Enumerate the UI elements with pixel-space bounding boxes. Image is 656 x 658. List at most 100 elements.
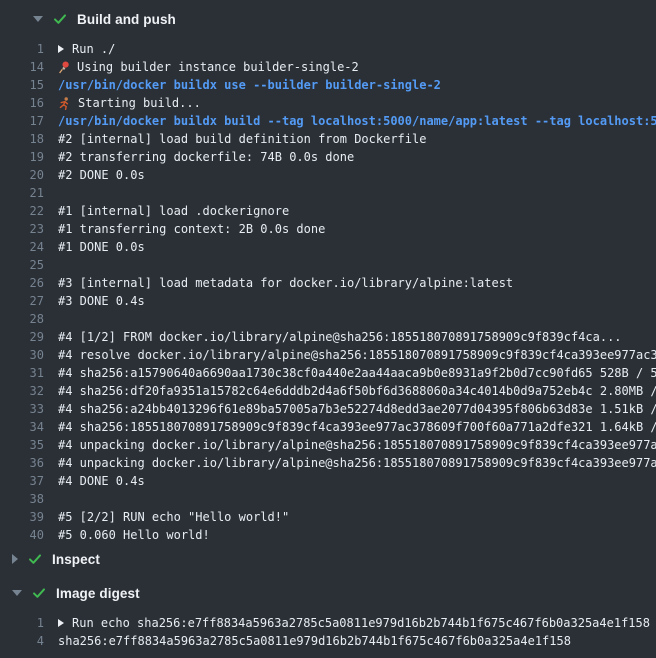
chevron-down-icon bbox=[33, 16, 43, 22]
section-header-build-and-push[interactable]: Build and push bbox=[0, 4, 656, 34]
line-number[interactable]: 26 bbox=[0, 274, 44, 292]
log-group-toggle[interactable]: Run echo sha256:e7ff8834a5963a2785c5a081… bbox=[58, 614, 650, 632]
log-line: 18 #2 [internal] load build definition fr… bbox=[0, 130, 656, 148]
log-line: 28 bbox=[0, 310, 656, 328]
log-text: #4 [1/2] FROM docker.io/library/alpine@s… bbox=[58, 328, 622, 346]
line-number[interactable]: 30 bbox=[0, 346, 44, 364]
line-number[interactable]: 19 bbox=[0, 148, 44, 166]
line-number[interactable]: 18 bbox=[0, 130, 44, 148]
log-line: 35#4 unpacking docker.io/library/alpine@… bbox=[0, 436, 656, 454]
log-text-content: #4 sha256:a24bb4013296f61e89ba57005a7b3e… bbox=[58, 400, 656, 418]
log-text-content: #1 transferring context: 2B 0.0s done bbox=[58, 220, 325, 238]
line-number[interactable]: 34 bbox=[0, 418, 44, 436]
log-text: #3 DONE 0.4s bbox=[58, 292, 145, 310]
expand-triangle-icon bbox=[58, 619, 64, 627]
line-number[interactable]: 1 bbox=[0, 40, 44, 58]
chevron-down-icon bbox=[12, 590, 22, 596]
log-text-content: #5 [2/2] RUN echo "Hello world!" bbox=[58, 508, 289, 526]
line-number[interactable]: 4 bbox=[0, 632, 44, 650]
log-line: 21 bbox=[0, 184, 656, 202]
line-number[interactable]: 23 bbox=[0, 220, 44, 238]
log-text: #1 DONE 0.0s bbox=[58, 238, 145, 256]
log-line: 24 #1 DONE 0.0s bbox=[0, 238, 656, 256]
line-number[interactable]: 33 bbox=[0, 400, 44, 418]
log-text-content: sha256:e7ff8834a5963a2785c5a0811e979d16b… bbox=[58, 632, 571, 650]
line-number[interactable]: 29 bbox=[0, 328, 44, 346]
section-header-image-digest[interactable]: Image digest bbox=[0, 578, 656, 608]
log-text: #2 transferring dockerfile: 74B 0.0s don… bbox=[58, 148, 354, 166]
line-number[interactable]: 21 bbox=[0, 184, 44, 202]
log-line: 31 #4 sha256:a15790640a6690aa1730c38cf0a4… bbox=[0, 364, 656, 382]
line-number[interactable]: 32 bbox=[0, 382, 44, 400]
log-line: 33 #4 sha256:a24bb4013296f61e89ba57005a7b… bbox=[0, 400, 656, 418]
log-text: #3 [internal] load metadata for docker.i… bbox=[58, 274, 513, 292]
line-number[interactable]: 31 bbox=[0, 364, 44, 382]
pushpin-icon bbox=[58, 61, 70, 74]
line-number[interactable]: 37 bbox=[0, 472, 44, 490]
section-header-inspect[interactable]: Inspect bbox=[0, 544, 656, 574]
log-line: 19 #2 transferring dockerfile: 74B 0.0s d… bbox=[0, 148, 656, 166]
success-check-icon bbox=[28, 552, 42, 566]
log-text: #5 [2/2] RUN echo "Hello world!" bbox=[58, 508, 289, 526]
line-number[interactable]: 39 bbox=[0, 508, 44, 526]
log-line: 25 bbox=[0, 256, 656, 274]
log-line: 40 #5 0.060 Hello world! bbox=[0, 526, 656, 544]
log-line: 1 Run echo sha256:e7ff8834a5963a2785c5a08… bbox=[0, 614, 656, 632]
log-text: #1 transferring context: 2B 0.0s done bbox=[58, 220, 325, 238]
log-text-content: #1 [internal] load .dockerignore bbox=[58, 202, 289, 220]
log-text-content: #3 DONE 0.4s bbox=[58, 292, 145, 310]
section-title: Build and push bbox=[77, 12, 176, 27]
log-group-toggle[interactable]: Run ./ bbox=[58, 40, 115, 58]
actions-log-viewer: Build and push1Run ./14Using builder ins… bbox=[0, 4, 656, 650]
line-number[interactable]: 20 bbox=[0, 166, 44, 184]
line-number[interactable]: 1 bbox=[0, 614, 44, 632]
line-number[interactable]: 25 bbox=[0, 256, 44, 274]
line-number[interactable]: 38 bbox=[0, 490, 44, 508]
line-number[interactable]: 15 bbox=[0, 76, 44, 94]
log-text: #4 unpacking docker.io/library/alpine@sh… bbox=[58, 454, 656, 472]
line-number[interactable]: 24 bbox=[0, 238, 44, 256]
log-line: 26 #3 [internal] load metadata for docker… bbox=[0, 274, 656, 292]
log-line: 22 #1 [internal] load .dockerignore bbox=[0, 202, 656, 220]
log-line: 37 #4 DONE 0.4s bbox=[0, 472, 656, 490]
section-title: Image digest bbox=[56, 586, 140, 601]
log-text-content: #5 0.060 Hello world! bbox=[58, 526, 210, 544]
log-line: 29 #4 [1/2] FROM docker.io/library/alpine… bbox=[0, 328, 656, 346]
runner-icon bbox=[58, 97, 71, 110]
log-text-content: Run ./ bbox=[72, 40, 115, 58]
log-text: Starting build... bbox=[58, 94, 201, 112]
log-text-content: #4 [1/2] FROM docker.io/library/alpine@s… bbox=[58, 328, 622, 346]
log-text: #2 DONE 0.0s bbox=[58, 166, 145, 184]
log-line: 38 bbox=[0, 490, 656, 508]
log-line: 23 #1 transferring context: 2B 0.0s done bbox=[0, 220, 656, 238]
line-number[interactable]: 14 bbox=[0, 58, 44, 76]
line-number[interactable]: 28 bbox=[0, 310, 44, 328]
log-text-content: Using builder instance builder-single-2 bbox=[77, 58, 359, 76]
log-text-content: #3 [internal] load metadata for docker.i… bbox=[58, 274, 513, 292]
log-line: 27 #3 DONE 0.4s bbox=[0, 292, 656, 310]
log-text: #4 sha256:a15790640a6690aa1730c38cf0a440… bbox=[58, 364, 656, 382]
line-number[interactable]: 16 bbox=[0, 94, 44, 112]
log-text: #2 [internal] load build definition from… bbox=[58, 130, 426, 148]
log-text: #4 sha256:185518070891758909c9f839cf4ca3… bbox=[58, 418, 656, 436]
line-number[interactable]: 27 bbox=[0, 292, 44, 310]
log-text: Using builder instance builder-single-2 bbox=[58, 58, 359, 76]
success-check-icon bbox=[53, 12, 67, 26]
line-number[interactable]: 40 bbox=[0, 526, 44, 544]
success-check-icon bbox=[32, 586, 46, 600]
line-number[interactable]: 22 bbox=[0, 202, 44, 220]
section-title: Inspect bbox=[52, 552, 100, 567]
log-text-content: #4 sha256:a15790640a6690aa1730c38cf0a440… bbox=[58, 364, 656, 382]
line-number[interactable]: 36 bbox=[0, 454, 44, 472]
log-text: #5 0.060 Hello world! bbox=[58, 526, 210, 544]
log-text-content: #2 transferring dockerfile: 74B 0.0s don… bbox=[58, 148, 354, 166]
log-line: 16 Starting build... bbox=[0, 94, 656, 112]
line-number[interactable]: 17 bbox=[0, 112, 44, 130]
log-line: 36 #4 unpacking docker.io/library/alpine@… bbox=[0, 454, 656, 472]
log-line: 30 #4 resolve docker.io/library/alpine@sh… bbox=[0, 346, 656, 364]
line-number[interactable]: 35 bbox=[0, 436, 44, 454]
section-log-build-and-push: 1 Run ./ 14 Using builder instance builder-… bbox=[0, 34, 656, 544]
log-text: #4 DONE 0.4s bbox=[58, 472, 145, 490]
log-text-content: #4 resolve docker.io/library/alpine@sha2… bbox=[58, 346, 656, 364]
log-text-content: Run echo sha256:e7ff8834a5963a2785c5a081… bbox=[72, 614, 650, 632]
